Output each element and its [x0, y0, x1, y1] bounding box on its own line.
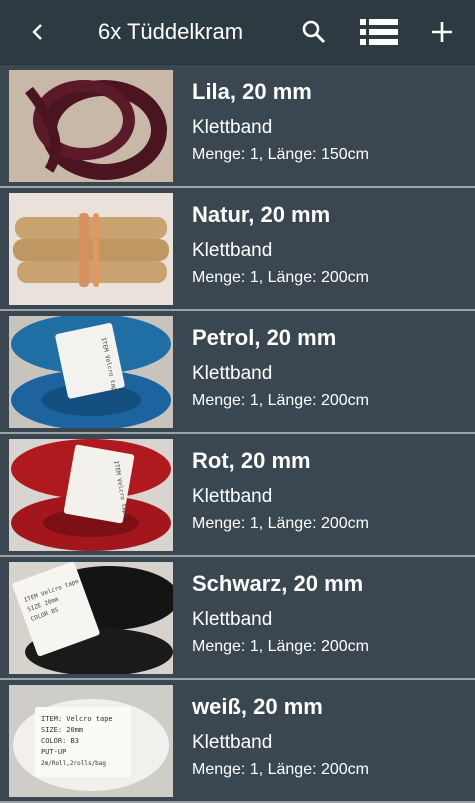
item-category: Klettband — [192, 363, 273, 384]
back-chevron-icon — [32, 24, 42, 40]
list-item[interactable]: Natur, 20 mm Klettband Menge: 1, Länge: … — [0, 188, 475, 311]
svg-text:ITEM: Velcro tape: ITEM: Velcro tape — [41, 715, 113, 723]
svg-text:PUT-UP: PUT-UP — [41, 748, 66, 756]
svg-text:COLOR: B3: COLOR: B3 — [41, 737, 79, 745]
item-photo — [9, 192, 173, 305]
item-photo: ITEM Velcro tape — [9, 315, 173, 428]
item-name: weiß, 20 mm — [192, 694, 323, 719]
item-category: Klettband — [192, 240, 273, 261]
list-item[interactable]: Lila, 20 mm Klettband Menge: 1, Länge: 1… — [0, 65, 475, 188]
item-details: Menge: 1, Länge: 200cm — [192, 515, 370, 532]
list-item[interactable]: ITEM: Velcro tape SIZE: 20mm COLOR: B3 P… — [0, 680, 475, 803]
thumbnail-area — [0, 65, 182, 186]
thumbnail-area: ITEM: Velcro tape SIZE: 20mm COLOR: B3 P… — [0, 680, 182, 801]
item-photo: ITEM Velcro tape SIZE 20mm COLOR 85 — [9, 561, 173, 674]
search-button[interactable] — [290, 0, 338, 64]
page-title: 6x Tüddelkram — [98, 19, 244, 44]
item-name: Rot, 20 mm — [192, 448, 311, 473]
svg-text:SIZE: 20mm: SIZE: 20mm — [41, 726, 83, 734]
add-icon — [432, 22, 452, 42]
item-name: Lila, 20 mm — [192, 79, 312, 104]
item-photo — [9, 69, 173, 182]
item-photo: ITEM Velcro tape — [9, 438, 173, 551]
list-item[interactable]: ITEM Velcro tape SIZE 20mm COLOR 85 Schw… — [0, 557, 475, 680]
list-item[interactable]: ITEM Velcro tape Petrol, 20 mm Klettband… — [0, 311, 475, 434]
svg-text:2m/Roll,2rolls/bag: 2m/Roll,2rolls/bag — [41, 760, 106, 767]
item-category: Klettband — [192, 486, 273, 507]
thumbnail-area: ITEM Velcro tape — [0, 311, 182, 432]
item-category: Klettband — [192, 609, 273, 630]
item-name: Petrol, 20 mm — [192, 325, 337, 350]
back-button[interactable] — [14, 0, 62, 64]
item-name: Schwarz, 20 mm — [192, 571, 364, 596]
item-details: Menge: 1, Länge: 150cm — [192, 146, 370, 163]
list-view-icon — [360, 19, 398, 45]
item-details: Menge: 1, Länge: 200cm — [192, 638, 370, 655]
item-details: Menge: 1, Länge: 200cm — [192, 392, 370, 409]
search-icon — [302, 20, 326, 44]
item-category: Klettband — [192, 732, 273, 753]
item-name: Natur, 20 mm — [192, 202, 331, 227]
item-details: Menge: 1, Länge: 200cm — [192, 761, 370, 778]
item-photo: ITEM: Velcro tape SIZE: 20mm COLOR: B3 P… — [9, 684, 173, 797]
add-button[interactable] — [418, 0, 466, 64]
thumbnail-area: ITEM Velcro tape — [0, 434, 182, 555]
item-details: Menge: 1, Länge: 200cm — [192, 269, 370, 286]
list-view-button[interactable] — [355, 0, 403, 64]
thumbnail-area: ITEM Velcro tape SIZE 20mm COLOR 85 — [0, 557, 182, 678]
list-item[interactable]: ITEM Velcro tape Rot, 20 mm Klettband Me… — [0, 434, 475, 557]
thumbnail-area — [0, 188, 182, 309]
item-list: Lila, 20 mm Klettband Menge: 1, Länge: 1… — [0, 65, 475, 803]
item-category: Klettband — [192, 117, 273, 138]
app-bar: 6x Tüddelkram — [0, 0, 475, 65]
